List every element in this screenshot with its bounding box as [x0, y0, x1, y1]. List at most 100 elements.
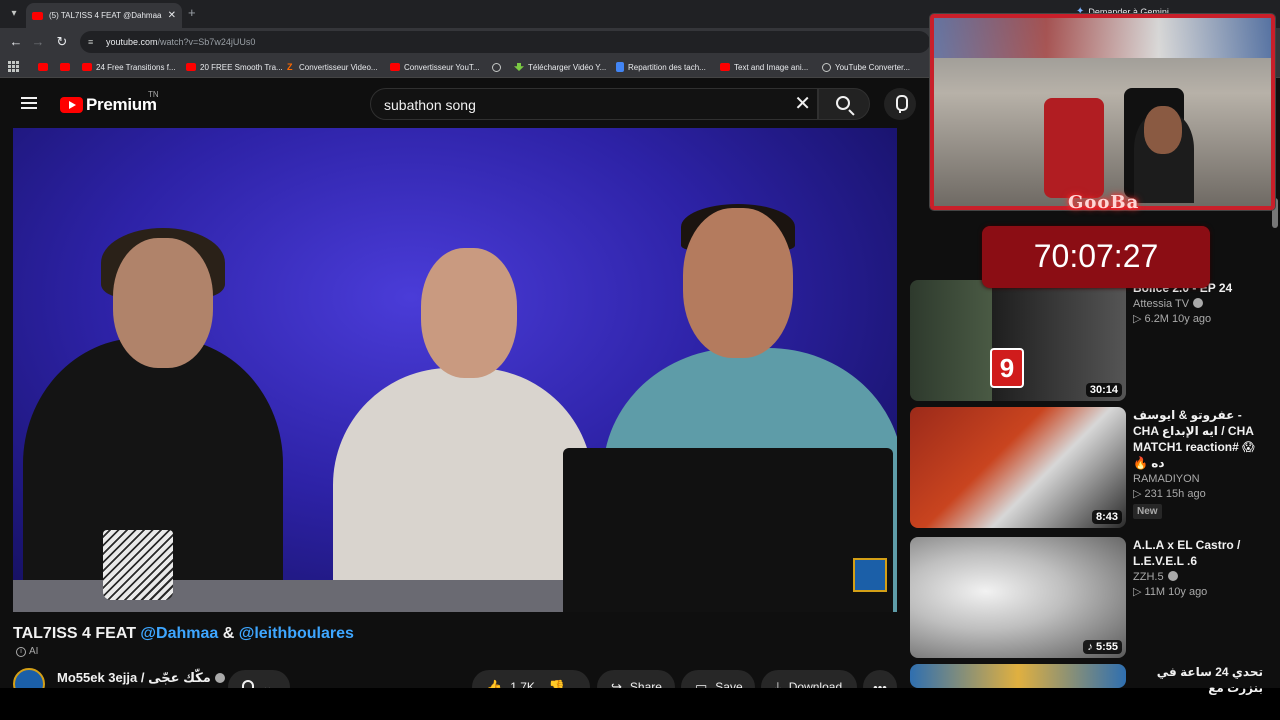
video-thumbnail[interactable]: 9 30:14 [910, 280, 1126, 401]
reload-icon[interactable]: ↻ [54, 34, 70, 50]
timer-text: 70:07:27 [1033, 238, 1159, 274]
site-info-icon[interactable]: ≡ [88, 37, 98, 47]
bookmark-item[interactable]: YouTube Converter... [822, 60, 910, 74]
video-thumbnail[interactable] [910, 664, 1126, 688]
download-icon [514, 63, 524, 71]
youtube-icon [82, 63, 92, 71]
scrollbar[interactable] [1272, 128, 1278, 688]
video-desk [13, 580, 573, 612]
doc-icon [616, 62, 624, 72]
video-player[interactable] [13, 128, 897, 612]
youtube-play-icon [60, 97, 83, 113]
back-arrow-icon[interactable]: ← [8, 34, 24, 50]
tab-close-icon[interactable]: ✕ [168, 10, 176, 21]
bookmark-label: Convertisseur Video... [299, 62, 378, 72]
ai-text: AI [29, 646, 39, 657]
info-icon: i [16, 646, 26, 657]
video-mug [103, 530, 173, 600]
bookmark-item[interactable]: Text and Image ani... [720, 60, 808, 74]
streamer-name-tag: GooBa [1068, 192, 1140, 213]
youtube-icon [390, 63, 400, 71]
video-face [421, 248, 517, 378]
webcam-ceiling [934, 18, 1271, 58]
verified-icon [214, 673, 225, 683]
title-text: TAL7ISS 4 FEAT [13, 625, 141, 642]
channel-name[interactable]: Attessia TV [1133, 298, 1263, 310]
url-bar[interactable]: ≡ youtube.com/watch?v=Sb7w24jUUs0 [80, 31, 930, 53]
z-icon: Z [287, 62, 293, 72]
bookmark-item[interactable]: 20 FREE Smooth Tra... [186, 60, 283, 74]
bookmark-item[interactable]: Télécharger Vidéo Y... [514, 60, 606, 74]
title-text: & [218, 625, 239, 642]
bookmark-label: YouTube Converter... [835, 62, 911, 72]
youtube-icon [38, 63, 48, 71]
channel-name-text: Mo55ek 3ejja / مكّك عجّى [57, 670, 211, 685]
browser-tab[interactable]: (5) TAL7ISS 4 FEAT @Dahmaa & ✕ [26, 3, 182, 28]
video-thumbnail[interactable]: ♪ 5:55 [910, 537, 1126, 658]
youtube-favicon-icon [32, 11, 43, 20]
bookmark-label: 24 Free Transitions f... [96, 62, 176, 72]
tab-title: (5) TAL7ISS 4 FEAT @Dahmaa & [49, 11, 162, 20]
music-note-icon: ♪ [1087, 641, 1096, 653]
video-title[interactable]: عفروتو & ايوسف - CHA ايه الإبداع / CHA M… [1133, 407, 1263, 471]
mention-link[interactable]: @leithboulares [239, 625, 354, 642]
channel-text: Attessia TV [1133, 298, 1190, 310]
globe-icon [492, 62, 501, 72]
youtube-header: Premium TN subathon song ✕ [0, 78, 925, 128]
new-tab-icon[interactable]: + [188, 6, 196, 20]
bookmark-item[interactable] [492, 60, 501, 74]
video-face [683, 208, 793, 358]
globe-icon [822, 62, 831, 72]
ai-label[interactable]: i AI [16, 646, 38, 657]
apps-grid-icon[interactable] [8, 61, 19, 72]
video-meta: تحدي 24 ساعة في بنزرت مع [1133, 664, 1263, 696]
bookmark-label: Télécharger Vidéo Y... [528, 62, 607, 72]
bookmark-label: 20 FREE Smooth Tra... [200, 62, 283, 72]
video-thumbnail[interactable]: 8:43 [910, 407, 1126, 528]
clear-search-icon[interactable]: ✕ [794, 93, 811, 115]
webcam-face [1144, 106, 1182, 154]
bookmark-label: Repartition des tach... [628, 62, 706, 72]
video-stats: ▷ 231 15h ago [1133, 488, 1206, 500]
video-stats: ▷ 6.2M 10y ago [1133, 313, 1212, 325]
subathon-timer: 70:07:27 [982, 226, 1210, 288]
menu-icon[interactable] [21, 97, 37, 109]
verified-icon [1193, 298, 1204, 308]
video-person-center [333, 368, 593, 612]
bookmark-item[interactable] [60, 60, 70, 74]
channel-name[interactable]: Mo55ek 3ejja / مكّك عجّى [57, 670, 225, 686]
search-button[interactable] [818, 88, 870, 120]
bookmark-item[interactable]: Z Convertisseur Video... [287, 60, 378, 74]
forward-arrow-icon[interactable]: → [30, 34, 46, 50]
video-laptop [563, 448, 893, 612]
bookmark-item[interactable] [38, 60, 48, 74]
youtube-logo[interactable]: Premium TN [60, 90, 159, 115]
logo-text: Premium [86, 95, 157, 114]
search-icon [836, 96, 850, 110]
tab-search-icon[interactable]: ▾ [6, 6, 22, 22]
new-badge: New [1133, 504, 1162, 519]
video-title[interactable]: A.L.A x EL Castro / L.E.V.E.L .6 [1133, 537, 1263, 569]
channel-name[interactable]: ZZH.5 [1133, 571, 1263, 583]
video-meta: عفروتو & ايوسف - CHA ايه الإبداع / CHA M… [1133, 407, 1263, 519]
channel-name[interactable]: RAMADIYON [1133, 473, 1263, 485]
country-code: TN [148, 90, 159, 99]
youtube-icon [186, 63, 196, 71]
taskbar-strip [0, 688, 1280, 720]
video-title[interactable]: تحدي 24 ساعة في بنزرت مع [1133, 664, 1263, 696]
bookmark-item[interactable]: 24 Free Transitions f... [82, 60, 176, 74]
url-host: youtube.com [106, 37, 158, 47]
channel-watermark[interactable] [853, 558, 887, 592]
url-path: /watch?v=Sb7w24jUUs0 [157, 37, 256, 47]
webcam-chair [1044, 98, 1104, 198]
webcam-overlay [930, 14, 1275, 210]
duration-text: 5:55 [1095, 641, 1118, 653]
search-input[interactable]: subathon song ✕ [370, 88, 818, 120]
search-query: subathon song [384, 97, 476, 113]
bookmark-item[interactable]: Repartition des tach... [616, 60, 706, 74]
bookmark-item[interactable]: Convertisseur YouT... [390, 60, 480, 74]
youtube-icon [720, 63, 730, 71]
voice-search-icon[interactable] [884, 88, 916, 120]
video-duration: ♪ 5:55 [1083, 640, 1122, 654]
mention-link[interactable]: @Dahmaa [140, 625, 218, 642]
